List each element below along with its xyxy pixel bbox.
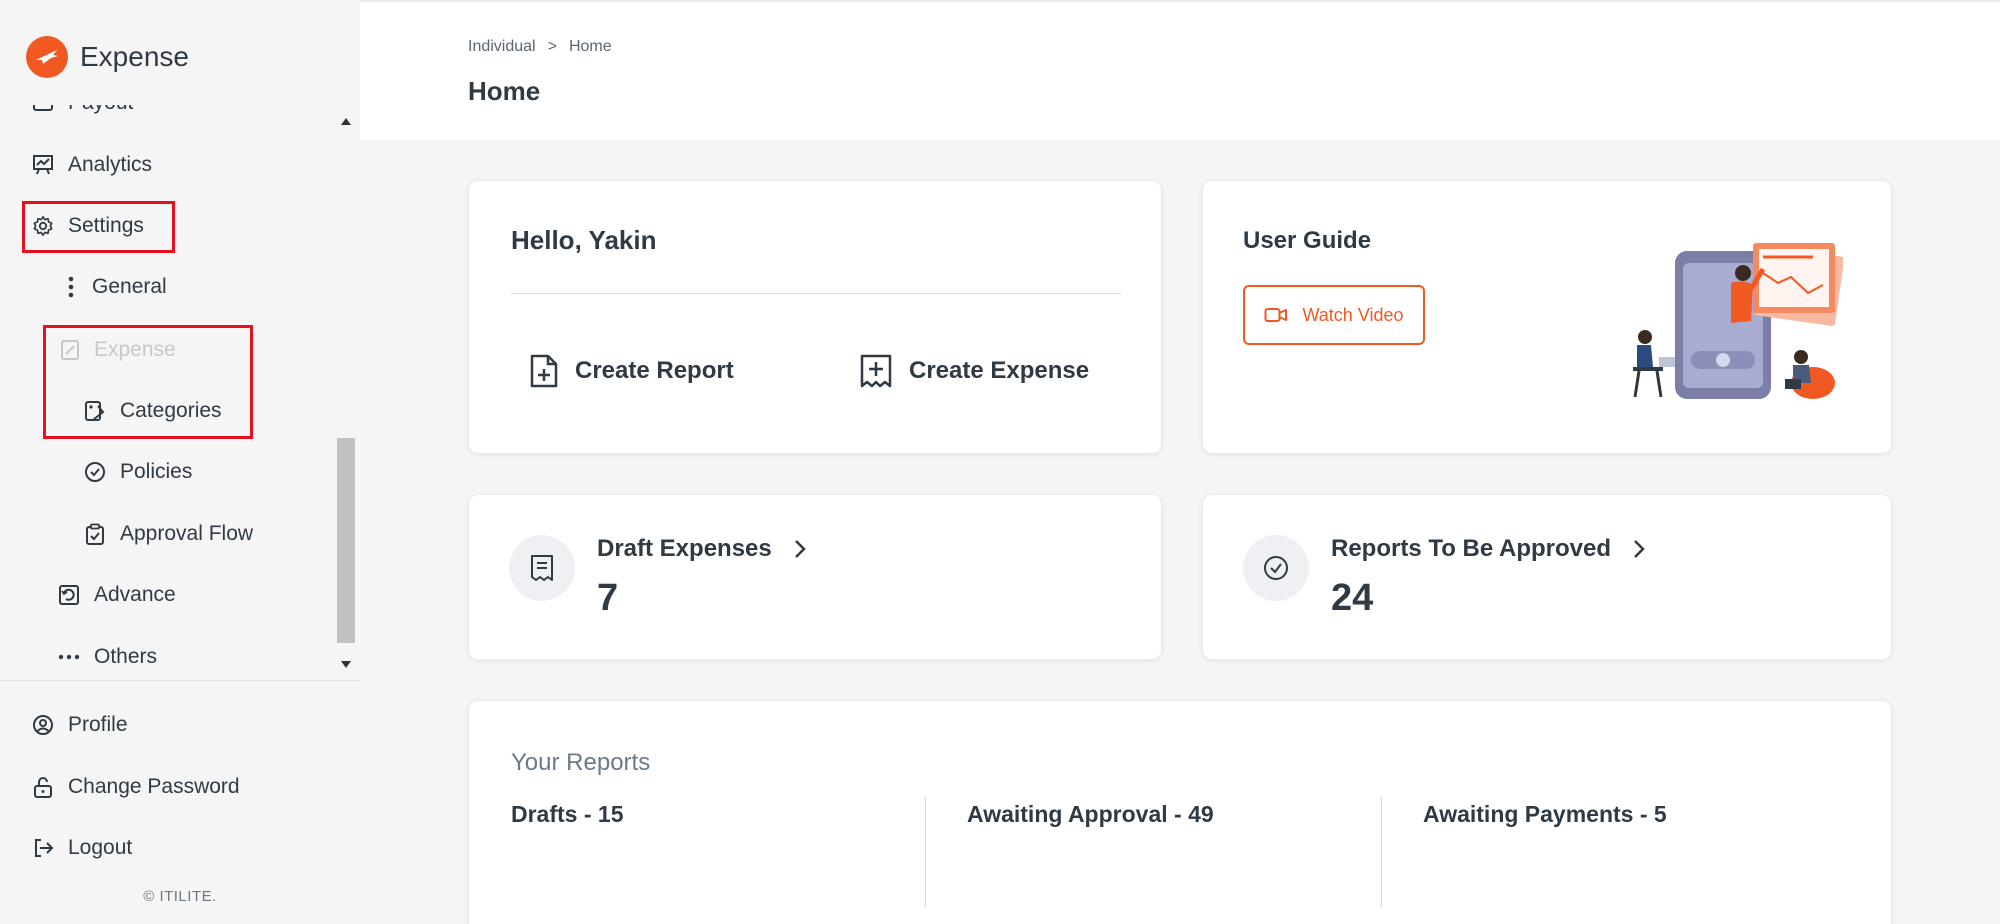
new-document-icon — [530, 354, 558, 388]
copyright: © ITILITE. — [143, 888, 217, 905]
vertical-dots-icon — [68, 276, 74, 298]
your-reports-card: Your Reports Drafts - 15 Awaiting Approv… — [468, 700, 1892, 924]
sidebar-item-label: General — [92, 275, 167, 298]
sidebar-item-label: Others — [94, 645, 158, 668]
sidebar-item-change-password[interactable]: Change Password — [32, 775, 240, 799]
scroll-down-arrow-icon[interactable] — [341, 661, 351, 668]
sidebar-item-settings[interactable]: Settings — [32, 214, 144, 238]
sidebar-nav[interactable]: Payout Analytics Settings — [0, 105, 358, 677]
create-expense-label: Create Expense — [909, 357, 1090, 384]
sidebar-scrollbar[interactable] — [336, 108, 356, 676]
clipboard-check-icon — [86, 523, 104, 545]
awaiting-payments-column-header[interactable]: Awaiting Payments - 5 — [1423, 801, 1667, 828]
new-receipt-icon — [860, 354, 892, 388]
sidebar-item-label: Approval Flow — [120, 522, 254, 545]
sidebar-item-advance[interactable]: Advance — [58, 583, 176, 607]
watch-video-label: Watch Video — [1302, 304, 1404, 325]
greeting-card: Hello, Yakin Create Report Create Expens… — [468, 180, 1162, 454]
awaiting-approval-column-header[interactable]: Awaiting Approval - 49 — [967, 801, 1214, 828]
brand[interactable]: Expense — [26, 35, 189, 79]
breadcrumb-home: Home — [568, 38, 612, 55]
scroll-up-arrow-icon[interactable] — [341, 118, 351, 125]
sidebar-item-approval-flow[interactable]: Approval Flow — [84, 522, 253, 546]
breadcrumb: Individual > Home — [468, 38, 612, 56]
draft-expenses-card[interactable]: Draft Expenses 7 — [468, 494, 1162, 660]
payout-icon — [33, 105, 53, 111]
plane-logo-icon — [26, 36, 68, 78]
sidebar-item-logout[interactable]: Logout — [32, 836, 132, 860]
greeting-text: Hello, Yakin — [511, 225, 657, 255]
chevron-right-icon — [1634, 540, 1645, 558]
sidebar-item-label: Settings — [68, 214, 144, 237]
lock-icon — [34, 777, 52, 798]
user-guide-title: User Guide — [1243, 227, 1372, 254]
check-circle-icon — [1243, 535, 1309, 601]
horizontal-dots-icon — [58, 654, 80, 660]
watch-video-button[interactable]: Watch Video — [1243, 285, 1425, 345]
create-expense-button[interactable]: Create Expense — [859, 353, 1089, 389]
breadcrumb-individual[interactable]: Individual — [468, 38, 536, 56]
brand-name: Expense — [80, 41, 189, 72]
draft-expenses-link[interactable]: Draft Expenses — [597, 535, 806, 563]
sidebar-item-label: Logout — [68, 836, 133, 859]
create-report-label: Create Report — [575, 357, 734, 384]
video-camera-icon — [1264, 308, 1288, 322]
user-guide-illustration — [1633, 243, 1843, 399]
sidebar-item-label: Analytics — [68, 153, 153, 176]
page-title: Home — [468, 76, 541, 106]
drafts-column-header[interactable]: Drafts - 15 — [511, 801, 623, 828]
sidebar-item-label: Payout — [68, 105, 133, 115]
reports-to-approve-label: Reports To Be Approved — [1331, 535, 1612, 562]
your-reports-title: Your Reports — [511, 749, 651, 776]
advance-icon — [59, 585, 79, 605]
user-guide-card: User Guide Watch Video — [1202, 180, 1892, 454]
sidebar-item-others[interactable]: Others — [58, 645, 157, 669]
column-divider — [925, 797, 926, 907]
logout-icon — [35, 839, 54, 857]
draft-expenses-count: 7 — [597, 577, 619, 619]
gear-icon — [33, 216, 53, 236]
check-circle-icon — [85, 462, 105, 482]
sidebar-item-general[interactable]: General — [64, 275, 167, 299]
sidebar-item-label: Categories — [120, 399, 222, 422]
scrollbar-thumb[interactable] — [337, 438, 355, 643]
user-circle-icon — [33, 715, 53, 735]
create-report-button[interactable]: Create Report — [529, 353, 734, 389]
sidebar-item-policies[interactable]: Policies — [84, 460, 192, 484]
sidebar-item-expense[interactable]: Expense — [60, 338, 176, 362]
categories-icon — [85, 401, 105, 421]
expense-doc-icon — [61, 340, 79, 360]
sidebar-item-label: Advance — [94, 583, 176, 606]
chevron-right-icon — [794, 540, 806, 558]
reports-to-approve-card[interactable]: Reports To Be Approved 24 — [1202, 494, 1892, 660]
sidebar-item-payout[interactable]: Payout — [32, 105, 133, 115]
sidebar-item-label: Expense — [94, 338, 176, 361]
sidebar-item-categories[interactable]: Categories — [84, 399, 222, 423]
divider — [511, 293, 1121, 294]
sidebar-item-label: Policies — [120, 460, 193, 483]
breadcrumb-separator: > — [547, 38, 557, 55]
sidebar-item-label: Change Password — [68, 775, 240, 798]
receipt-icon — [509, 535, 575, 601]
draft-expenses-label: Draft Expenses — [597, 535, 772, 562]
sidebar: Expense Payout Analytics Settings — [0, 0, 360, 924]
reports-to-approve-link[interactable]: Reports To Be Approved — [1331, 535, 1645, 563]
reports-to-approve-count: 24 — [1331, 577, 1374, 619]
sidebar-item-analytics[interactable]: Analytics — [32, 153, 152, 177]
column-divider — [1381, 797, 1382, 907]
page-header: Individual > Home Home — [360, 0, 2000, 140]
sidebar-item-label: Profile — [68, 713, 128, 736]
sidebar-item-profile[interactable]: Profile — [32, 713, 128, 737]
analytics-icon — [33, 155, 53, 175]
